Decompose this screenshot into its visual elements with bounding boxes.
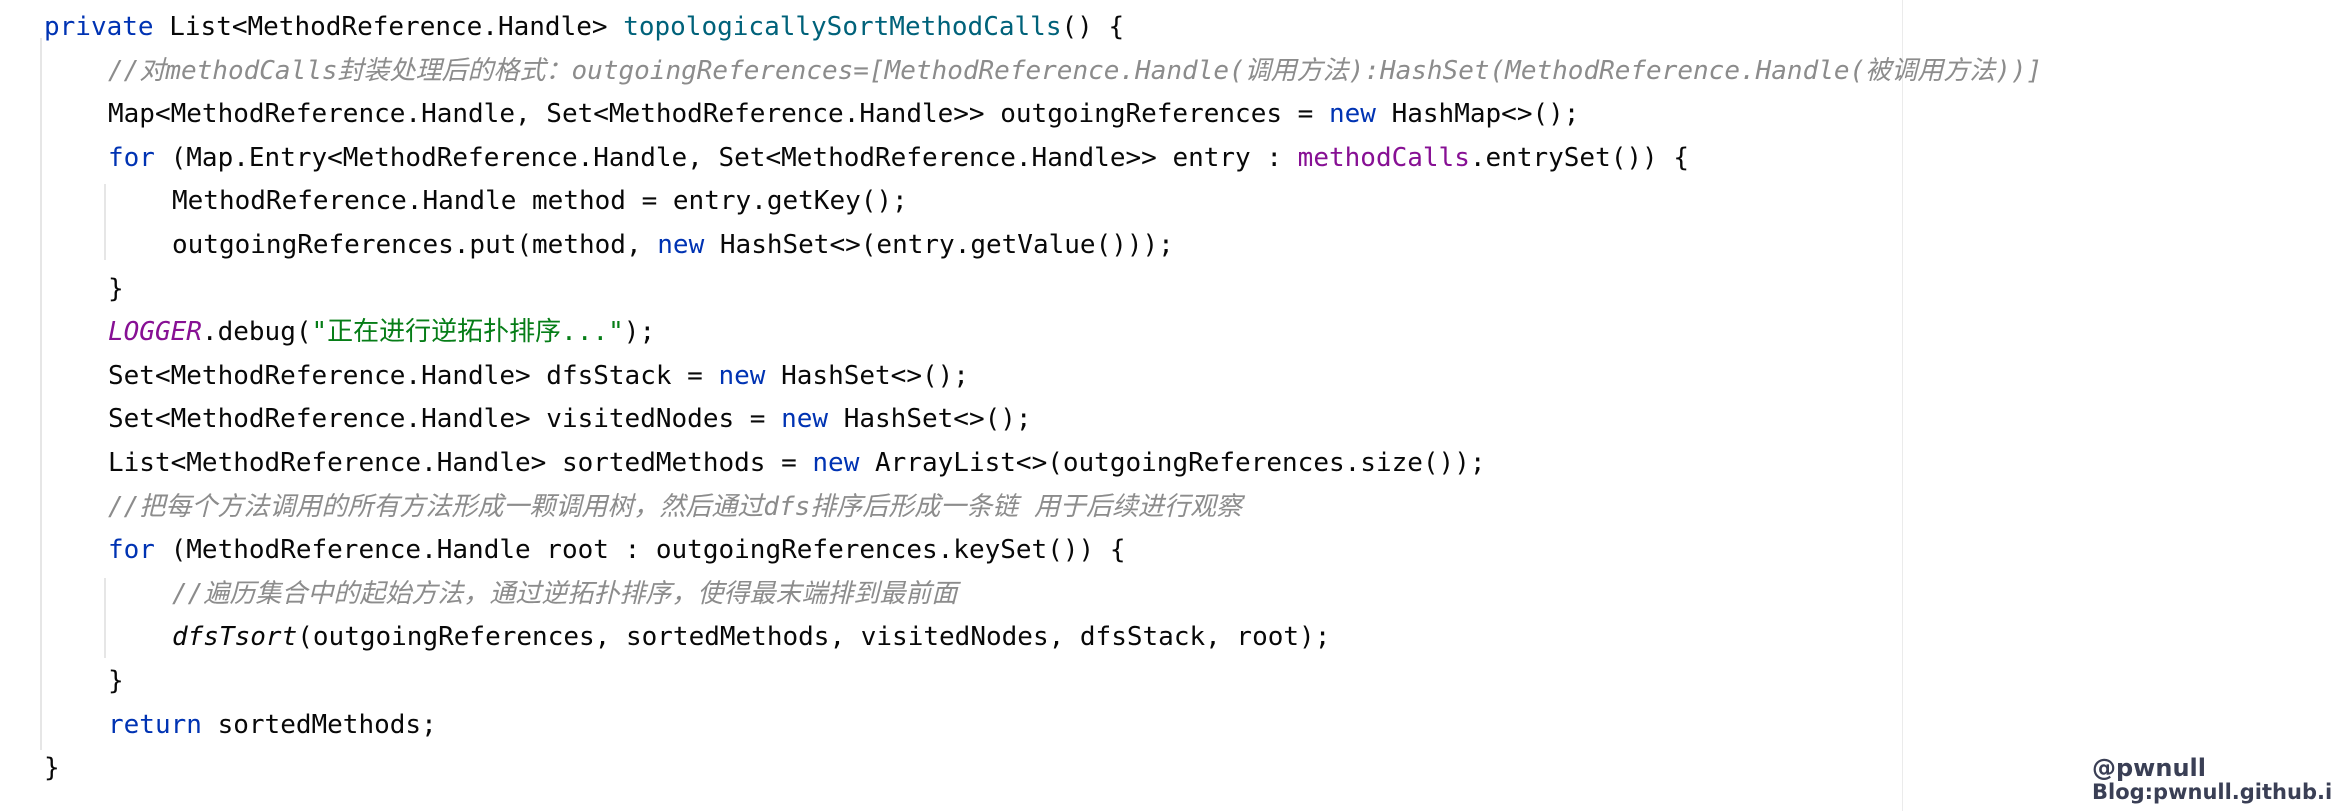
code-token: ); (623, 317, 656, 348)
code-token: new (1328, 99, 1392, 130)
code-line[interactable]: } (108, 268, 124, 312)
code-token: LOGGER (108, 317, 202, 348)
code-token: 调用方法 (1244, 55, 1349, 86)
code-token: new (781, 404, 844, 435)
code-line[interactable]: outgoingReferences.put(method, new HashS… (172, 224, 1174, 268)
code-token: Set<MethodReference.Handle> dfsStack = (108, 360, 719, 391)
code-token: } (44, 753, 60, 784)
code-token: 对 (139, 55, 166, 86)
code-line[interactable]: for (Map.Entry<MethodReference.Handle, S… (108, 137, 1689, 181)
code-line[interactable]: Set<MethodReference.Handle> visitedNodes… (108, 398, 1032, 442)
watermark: @pwnull Blog:pwnull.github.io (2092, 756, 2332, 803)
code-line[interactable]: MethodReference.Handle method = entry.ge… (172, 180, 908, 224)
code-token: dfs (763, 491, 811, 522)
code-token: .debug( (201, 317, 312, 348)
code-token: ):HashSet(MethodReference.Handle( (1348, 55, 1866, 86)
code-token: } (108, 273, 124, 304)
code-line[interactable]: } (44, 747, 60, 791)
code-token: Map<MethodReference.Handle, Set<MethodRe… (108, 99, 1329, 130)
code-token: 正在进行逆拓扑排序 (327, 317, 562, 348)
code-token: HashSet<>(); (781, 360, 969, 391)
code-token: 把每个方法调用的所有方法形成一颗调用树，然后通过 (139, 491, 764, 522)
code-token: dfsTsort (172, 622, 298, 653)
code-token: 封装处理后的格式： (337, 55, 572, 86)
code-line[interactable]: //对methodCalls封装处理后的格式：outgoingReference… (108, 50, 2042, 94)
code-token: methodCalls (165, 55, 338, 86)
code-token: (outgoingReferences, sortedMethods, visi… (297, 622, 1331, 653)
code-token: .entrySet()) { (1469, 142, 1690, 173)
indent-guide (104, 578, 106, 658)
code-token: outgoingReferences=[MethodReference.Hand… (571, 55, 1245, 86)
code-line[interactable]: List<MethodReference.Handle> sortedMetho… (108, 442, 1486, 486)
code-token: outgoingReferences.put(method, (172, 230, 658, 260)
code-token: 排序后形成一条链 用于后续进行观察 (810, 491, 1242, 522)
watermark-blog: Blog:pwnull.github.io (2092, 780, 2332, 804)
code-line[interactable]: return sortedMethods; (108, 704, 437, 748)
code-token: for (108, 535, 171, 566)
code-token: // (108, 491, 140, 522)
code-token: new (657, 230, 720, 260)
code-token: () { (1061, 12, 1125, 42)
code-token: MethodReference.Handle method = entry.ge… (172, 186, 908, 217)
code-token: 遍历集合中的起始方法，通过逆拓扑排序，使得最末端排到最前面 (203, 578, 958, 609)
code-token: HashSet<>(); (843, 404, 1032, 435)
code-token: private (44, 12, 170, 42)
code-line[interactable]: Set<MethodReference.Handle> dfsStack = n… (108, 355, 969, 399)
code-token: topologicallySortMethodCalls (623, 12, 1062, 42)
indent-guide (40, 38, 42, 750)
code-token: HashSet<>(entry.getValue())); (719, 230, 1174, 260)
code-token: // (172, 578, 204, 609)
code-line[interactable]: private List<MethodReference.Handle> top… (44, 6, 1124, 50)
code-line[interactable]: dfsTsort(outgoingReferences, sortedMetho… (172, 616, 1330, 660)
code-token: (Map.Entry<MethodReference.Handle, Set<M… (170, 142, 1298, 173)
code-token: List<MethodReference.Handle> (169, 12, 624, 42)
code-editor[interactable]: private List<MethodReference.Handle> top… (0, 0, 2332, 811)
right-margin-guide (1902, 0, 1903, 811)
code-token: (MethodReference.Handle root : outgoingR… (170, 535, 1126, 566)
code-token: methodCalls (1297, 142, 1470, 173)
code-line[interactable]: LOGGER.debug("正在进行逆拓扑排序..."); (108, 311, 655, 355)
code-token: List<MethodReference.Handle> sortedMetho… (108, 448, 813, 478)
code-line[interactable]: Map<MethodReference.Handle, Set<MethodRe… (108, 93, 1579, 137)
code-line[interactable]: //把每个方法调用的所有方法形成一颗调用树，然后通过dfs排序后形成一条链 用于… (108, 486, 1242, 530)
code-token: return (108, 709, 218, 740)
code-token: // (108, 55, 140, 86)
code-token: ..." (561, 317, 624, 348)
code-token: ArrayList<>(outgoingReferences.size()); (875, 448, 1486, 478)
code-token: sortedMethods; (217, 709, 437, 740)
code-token: new (718, 360, 782, 391)
code-token: for (108, 142, 171, 173)
code-token: new (812, 448, 876, 478)
code-token: " (311, 317, 328, 348)
code-token: ))] (1995, 55, 2043, 86)
code-token: } (108, 666, 124, 696)
code-line[interactable]: //遍历集合中的起始方法，通过逆拓扑排序，使得最末端排到最前面 (172, 573, 957, 617)
watermark-handle: @pwnull (2092, 754, 2206, 782)
code-token: Set<MethodReference.Handle> visitedNodes… (108, 404, 782, 435)
code-line[interactable]: } (108, 660, 124, 704)
code-line[interactable]: for (MethodReference.Handle root : outgo… (108, 529, 1125, 573)
code-token: HashMap<>(); (1391, 99, 1580, 130)
indent-guide (104, 184, 106, 260)
code-token: 被调用方法 (1865, 55, 1996, 86)
